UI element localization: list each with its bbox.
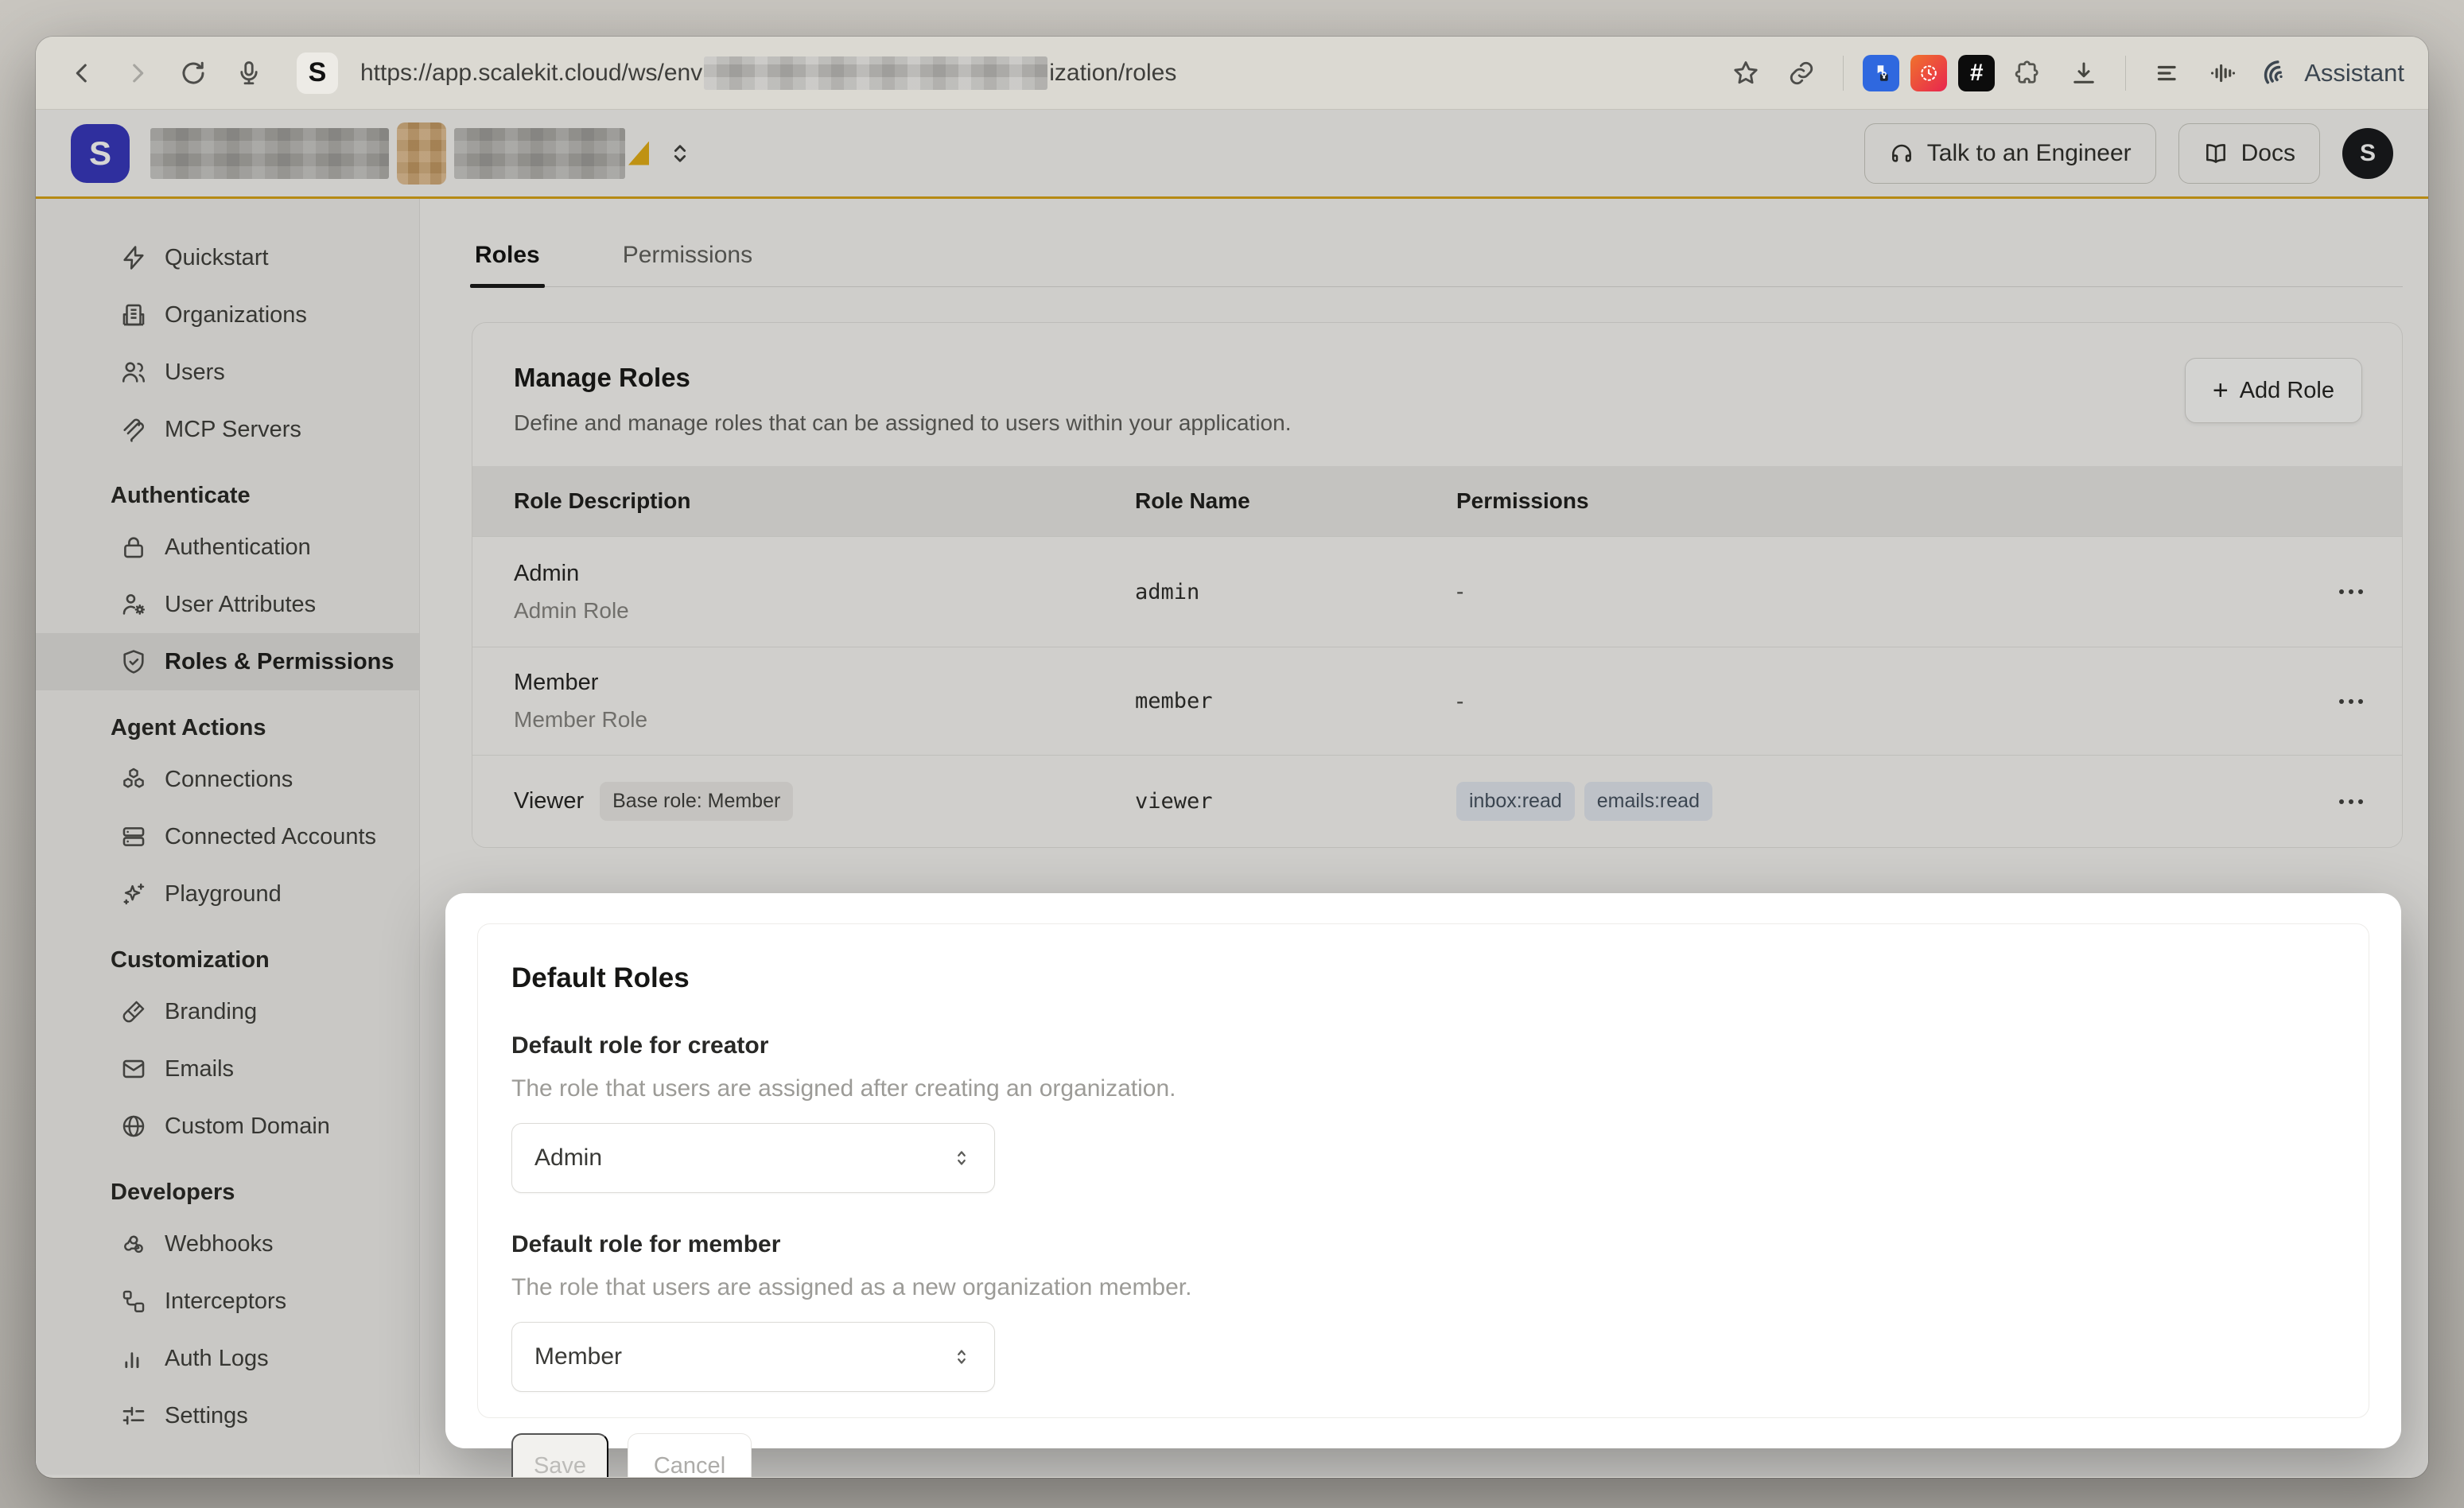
url-redacted-segment	[704, 56, 1047, 90]
url-prefix: https://app.scalekit.cloud/ws/env	[360, 60, 702, 87]
creator-role-label: Default role for creator	[511, 1032, 2369, 1059]
address-bar[interactable]: https://app.scalekit.cloud/ws/env ization…	[360, 56, 1712, 90]
member-role-select[interactable]: Member	[511, 1322, 995, 1392]
default-roles-title: Default Roles	[511, 962, 2369, 994]
default-roles-spotlight: Default Roles Default role for creator T…	[445, 893, 2401, 1448]
back-button[interactable]	[60, 51, 104, 95]
reading-list-icon[interactable]	[2145, 51, 2190, 95]
clock-extension-icon[interactable]	[1910, 55, 1947, 91]
browser-window: S https://app.scalekit.cloud/ws/env izati…	[36, 37, 2428, 1478]
site-favicon: S	[297, 52, 338, 94]
creator-role-description: The role that users are assigned after c…	[511, 1075, 2369, 1102]
toolbar-separator	[1843, 56, 1844, 91]
forward-button[interactable]	[115, 51, 160, 95]
cancel-button[interactable]: Cancel	[628, 1433, 752, 1477]
chevron-up-down-icon	[950, 1345, 974, 1369]
default-roles-card: Default Roles Default role for creator T…	[477, 923, 2369, 1418]
creator-role-select[interactable]: Admin	[511, 1123, 995, 1193]
member-role-label: Default role for member	[511, 1231, 2369, 1258]
microphone-icon[interactable]	[227, 51, 271, 95]
chevron-up-down-icon	[950, 1146, 974, 1170]
bookmark-star-icon[interactable]	[1724, 51, 1768, 95]
assistant-logo-icon	[2261, 57, 2293, 89]
assistant-button[interactable]: Assistant	[2261, 57, 2404, 89]
url-suffix: ization/roles	[1049, 60, 1176, 87]
toolbar-separator	[2125, 56, 2126, 91]
audio-waveform-icon[interactable]	[2201, 51, 2245, 95]
hash-extension-icon[interactable]: #	[1958, 55, 1995, 91]
save-button[interactable]: Save	[511, 1433, 608, 1477]
browser-toolbar: S https://app.scalekit.cloud/ws/env izati…	[36, 37, 2428, 110]
extensions-puzzle-icon[interactable]	[2006, 51, 2050, 95]
member-role-description: The role that users are assigned as a ne…	[511, 1274, 2369, 1301]
downloads-icon[interactable]	[2062, 51, 2106, 95]
password-manager-extension-icon[interactable]	[1863, 55, 1899, 91]
copy-link-icon[interactable]	[1779, 51, 1824, 95]
app-viewport: S Talk to an Engineer Docs S	[36, 110, 2428, 1477]
reload-button[interactable]	[171, 51, 216, 95]
